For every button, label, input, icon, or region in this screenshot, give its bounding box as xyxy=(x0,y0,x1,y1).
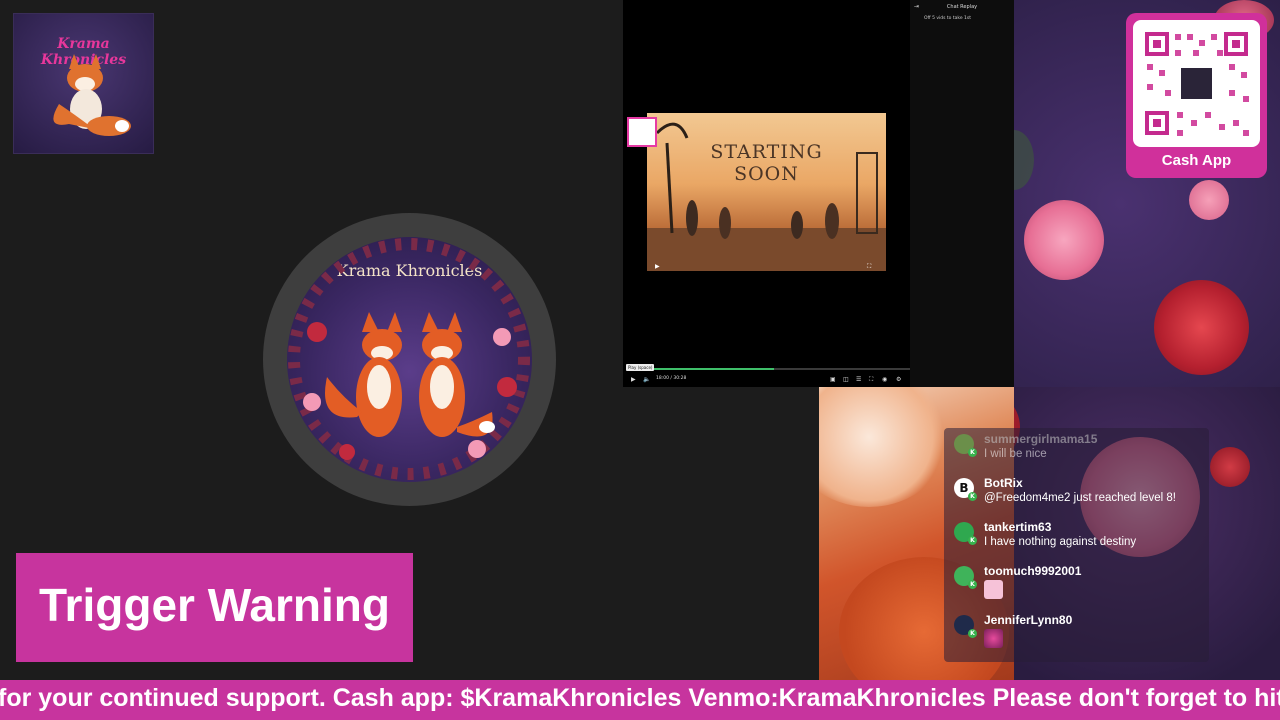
kick-badge-icon: K xyxy=(968,492,977,501)
volume-icon[interactable]: 🔈 xyxy=(643,376,650,383)
chat-replay-message: Off 5 vids to take 1st xyxy=(924,16,971,21)
channel-logo: Krama Khronicles xyxy=(13,13,154,154)
chapters-icon[interactable]: ☰ xyxy=(856,376,861,383)
channel-avatar: Krama Khronicles xyxy=(263,213,556,506)
chat-username: JenniferLynn80 xyxy=(984,613,1073,627)
chat-replay-panel: ⇥ Chat Replay Off 5 vids to take 1st xyxy=(910,0,1014,387)
thumb-play-icon[interactable]: ▶ xyxy=(655,263,660,270)
dancers-illustration xyxy=(647,122,886,271)
time-display: 18:00 / 30:28 xyxy=(656,376,687,381)
qr-code-icon xyxy=(1145,32,1249,136)
chat-username: tankertim63 xyxy=(984,520,1052,534)
emote-icon xyxy=(984,629,1003,648)
speed-icon[interactable]: ◉ xyxy=(882,376,887,383)
chat-replay-title: Chat Replay xyxy=(946,4,978,10)
kick-badge-icon: K xyxy=(968,448,977,457)
emote-icon xyxy=(984,580,1003,599)
ticker-text: for your continued support. Cash app: $K… xyxy=(0,684,1280,712)
cash-app-card: Cash App xyxy=(1126,13,1267,178)
chat-username: BotRix xyxy=(984,476,1023,490)
chat-username: toomuch9992001 xyxy=(984,564,1082,578)
kick-badge-icon: K xyxy=(968,536,977,545)
chat-text: I have nothing against destiny xyxy=(984,536,1137,548)
chat-username: summergirlmama15 xyxy=(984,432,1098,446)
play-icon[interactable]: ▶ xyxy=(631,376,636,383)
thumb-fullscreen-icon[interactable]: ⛶ xyxy=(867,263,871,271)
kick-badge-icon: K xyxy=(968,629,977,638)
twin-fox-icon xyxy=(288,238,530,480)
settings-icon[interactable]: ⚙ xyxy=(896,376,901,383)
chat-text: I will be nice xyxy=(984,448,1047,460)
avatar-artwork: Krama Khronicles xyxy=(287,237,532,482)
kick-badge-icon: K xyxy=(968,580,977,589)
progress-bar[interactable] xyxy=(627,368,910,370)
thumbnail-qr-code xyxy=(627,117,657,147)
video-player[interactable]: STARTING SOON ▶ ⛶ ⇥ Chat Replay Off 5 vi… xyxy=(623,0,1014,387)
trigger-warning-text: Trigger Warning xyxy=(39,579,390,631)
video-thumbnail[interactable]: STARTING SOON ▶ ⛶ xyxy=(647,113,886,271)
scrolling-ticker: for your continued support. Cash app: $K… xyxy=(0,680,1280,720)
fullscreen-icon[interactable]: ⛶ xyxy=(869,376,873,384)
stream-overlay: Krama Khronicles Krama Khronicles STARTI… xyxy=(0,0,1280,720)
chat-text: @Freedom4me2 just reached level 8! xyxy=(984,492,1176,504)
clip-icon[interactable]: ◫ xyxy=(843,376,849,383)
fox-icon xyxy=(53,54,131,136)
cash-app-qr-code xyxy=(1133,20,1260,147)
chat-overlay: K summergirlmama15 I will be nice B K Bo… xyxy=(944,428,1209,662)
trigger-warning-banner: Trigger Warning xyxy=(16,553,413,662)
captions-icon[interactable]: ▣ xyxy=(830,376,836,383)
play-tooltip: Play (space) xyxy=(626,364,655,371)
cash-app-label: Cash App xyxy=(1161,152,1232,169)
